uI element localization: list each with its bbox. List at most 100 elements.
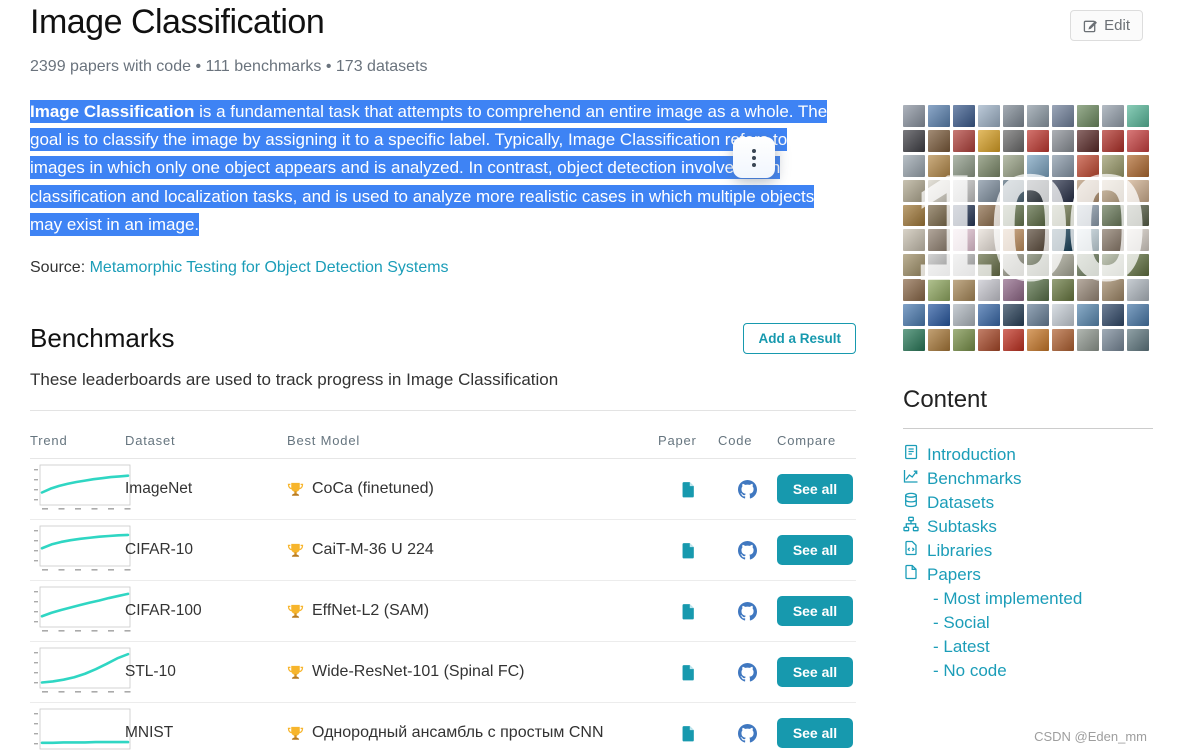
- dataset-link[interactable]: CIFAR-10: [125, 541, 287, 559]
- paper-icon[interactable]: [680, 664, 697, 681]
- code-link-cell[interactable]: [718, 479, 777, 499]
- thumbnail-airplane: [1052, 105, 1075, 127]
- best-model-cell[interactable]: CaiT-M-36 U 224: [287, 541, 658, 559]
- benchmarks-title: Benchmarks: [30, 323, 175, 354]
- journal-icon: [903, 443, 919, 467]
- task-description: Image Classification is a fundamental ta…: [30, 98, 830, 239]
- table-row[interactable]: MNIST Однородный ансамбль с простым CNN Se…: [30, 703, 856, 752]
- paper-icon[interactable]: [680, 603, 697, 620]
- trophy-icon: [287, 543, 304, 557]
- code-link-cell[interactable]: [718, 662, 777, 682]
- see-all-button[interactable]: See all: [777, 596, 853, 627]
- code-link-cell[interactable]: [718, 601, 777, 621]
- content-item-latest[interactable]: - Latest: [903, 635, 1153, 659]
- content-item-social[interactable]: - Social: [903, 611, 1153, 635]
- thumbnail-truck: [927, 329, 950, 351]
- trend-sparkline: [34, 647, 131, 693]
- thumbnail-ship: [1102, 304, 1125, 327]
- trophy-icon: [287, 726, 304, 740]
- source-link[interactable]: Metamorphic Testing for Object Detection…: [90, 259, 449, 276]
- thumbnail-grid: [903, 105, 1149, 351]
- thumbnail-frog: [927, 254, 950, 277]
- content-item-libraries[interactable]: Libraries: [903, 539, 1153, 563]
- content-item-label: Papers: [927, 565, 981, 584]
- best-model-cell[interactable]: Однородный ансамбль с простым CNN: [287, 724, 658, 742]
- content-item-benchmarks[interactable]: Benchmarks: [903, 467, 1153, 491]
- file-code-icon: [903, 539, 919, 563]
- content-item-papers[interactable]: Papers: [903, 563, 1153, 587]
- thumbnail-truck: [1077, 329, 1100, 351]
- thumbnail-airplane: [903, 105, 925, 127]
- best-model-cell[interactable]: Wide-ResNet-101 (Spinal FC): [287, 663, 658, 681]
- content-item-subtasks[interactable]: Subtasks: [903, 515, 1153, 539]
- thumbnail-ship: [1027, 304, 1050, 327]
- content-item-datasets[interactable]: Datasets: [903, 491, 1153, 515]
- content-list: Introduction Benchmarks Datasets Subtask…: [903, 443, 1153, 683]
- code-link-cell[interactable]: [718, 723, 777, 743]
- thumbnail-horse: [903, 279, 925, 302]
- content-item-most-implemented[interactable]: - Most implemented: [903, 587, 1153, 611]
- github-icon[interactable]: [738, 601, 757, 621]
- github-icon[interactable]: [738, 662, 757, 682]
- paper-link-cell[interactable]: [658, 603, 718, 620]
- thumbnail-automobile: [927, 129, 950, 152]
- thumbnail-airplane: [1027, 105, 1050, 127]
- thumbnail-horse: [1027, 279, 1050, 302]
- thumbnail-cat: [1052, 179, 1075, 202]
- thumbnail-bird: [1077, 154, 1100, 177]
- thumbnail-frog: [952, 254, 975, 277]
- paper-link-cell[interactable]: [658, 481, 718, 498]
- dataset-link[interactable]: STL-10: [125, 663, 287, 681]
- paper-link-cell[interactable]: [658, 664, 718, 681]
- thumbnail-deer: [1052, 204, 1075, 227]
- benchmarks-header: Benchmarks Add a Result: [30, 323, 856, 355]
- table-row[interactable]: CIFAR-10 CaiT-M-36 U 224 See all: [30, 520, 856, 582]
- selection-menu-button[interactable]: [733, 137, 775, 178]
- col-dataset: Dataset: [125, 433, 176, 449]
- thumbnail-bird: [1027, 154, 1050, 177]
- thumbnail-ship: [952, 304, 975, 327]
- content-item-introduction[interactable]: Introduction: [903, 443, 1153, 467]
- source-line: Source: Metamorphic Testing for Object D…: [30, 259, 856, 277]
- github-icon[interactable]: [738, 540, 757, 560]
- best-model-cell[interactable]: CoCa (finetuned): [287, 480, 658, 498]
- thumbnail-cat: [952, 179, 975, 202]
- see-all-button[interactable]: See all: [777, 535, 853, 566]
- code-link-cell[interactable]: [718, 540, 777, 560]
- see-all-button[interactable]: See all: [777, 657, 853, 688]
- edit-pencil-icon: [1083, 18, 1098, 33]
- best-model-cell[interactable]: EffNet-L2 (SAM): [287, 602, 658, 620]
- dataset-link[interactable]: CIFAR-100: [125, 602, 287, 620]
- thumbnail-horse: [1102, 279, 1125, 302]
- trend-cell: [30, 645, 137, 699]
- dataset-link[interactable]: ImageNet: [125, 480, 287, 498]
- content-item-no-code[interactable]: - No code: [903, 659, 1153, 683]
- edit-button[interactable]: Edit: [1070, 10, 1143, 41]
- thumbnail-horse: [977, 279, 1000, 302]
- table-row[interactable]: STL-10 Wide-ResNet-101 (Spinal FC) See all: [30, 642, 856, 704]
- trend-sparkline: [34, 464, 131, 510]
- thumbnail-horse: [1077, 279, 1100, 302]
- table-row[interactable]: CIFAR-100 EffNet-L2 (SAM) See all: [30, 581, 856, 643]
- paper-link-cell[interactable]: [658, 542, 718, 559]
- trend-sparkline: [34, 586, 131, 632]
- see-all-button[interactable]: See all: [777, 474, 853, 505]
- database-icon: [903, 491, 919, 515]
- paper-icon[interactable]: [680, 481, 697, 498]
- github-icon[interactable]: [738, 723, 757, 743]
- table-row[interactable]: ImageNet CoCa (finetuned) See all: [30, 459, 856, 521]
- paper-icon[interactable]: [680, 542, 697, 559]
- add-result-button[interactable]: Add a Result: [743, 323, 856, 355]
- see-all-button[interactable]: See all: [777, 718, 853, 749]
- best-model-name: EffNet-L2 (SAM): [312, 602, 430, 620]
- thumbnail-automobile: [1102, 129, 1125, 152]
- dataset-link[interactable]: MNIST: [125, 724, 287, 742]
- paper-link-cell[interactable]: [658, 725, 718, 742]
- paper-icon[interactable]: [680, 725, 697, 742]
- col-best-model: Best Model: [287, 433, 361, 449]
- trophy-icon: [287, 482, 304, 496]
- github-icon[interactable]: [738, 479, 757, 499]
- graph-icon: [903, 467, 919, 491]
- thumbnail-automobile: [1002, 129, 1025, 152]
- best-model-name: CaiT-M-36 U 224: [312, 541, 434, 559]
